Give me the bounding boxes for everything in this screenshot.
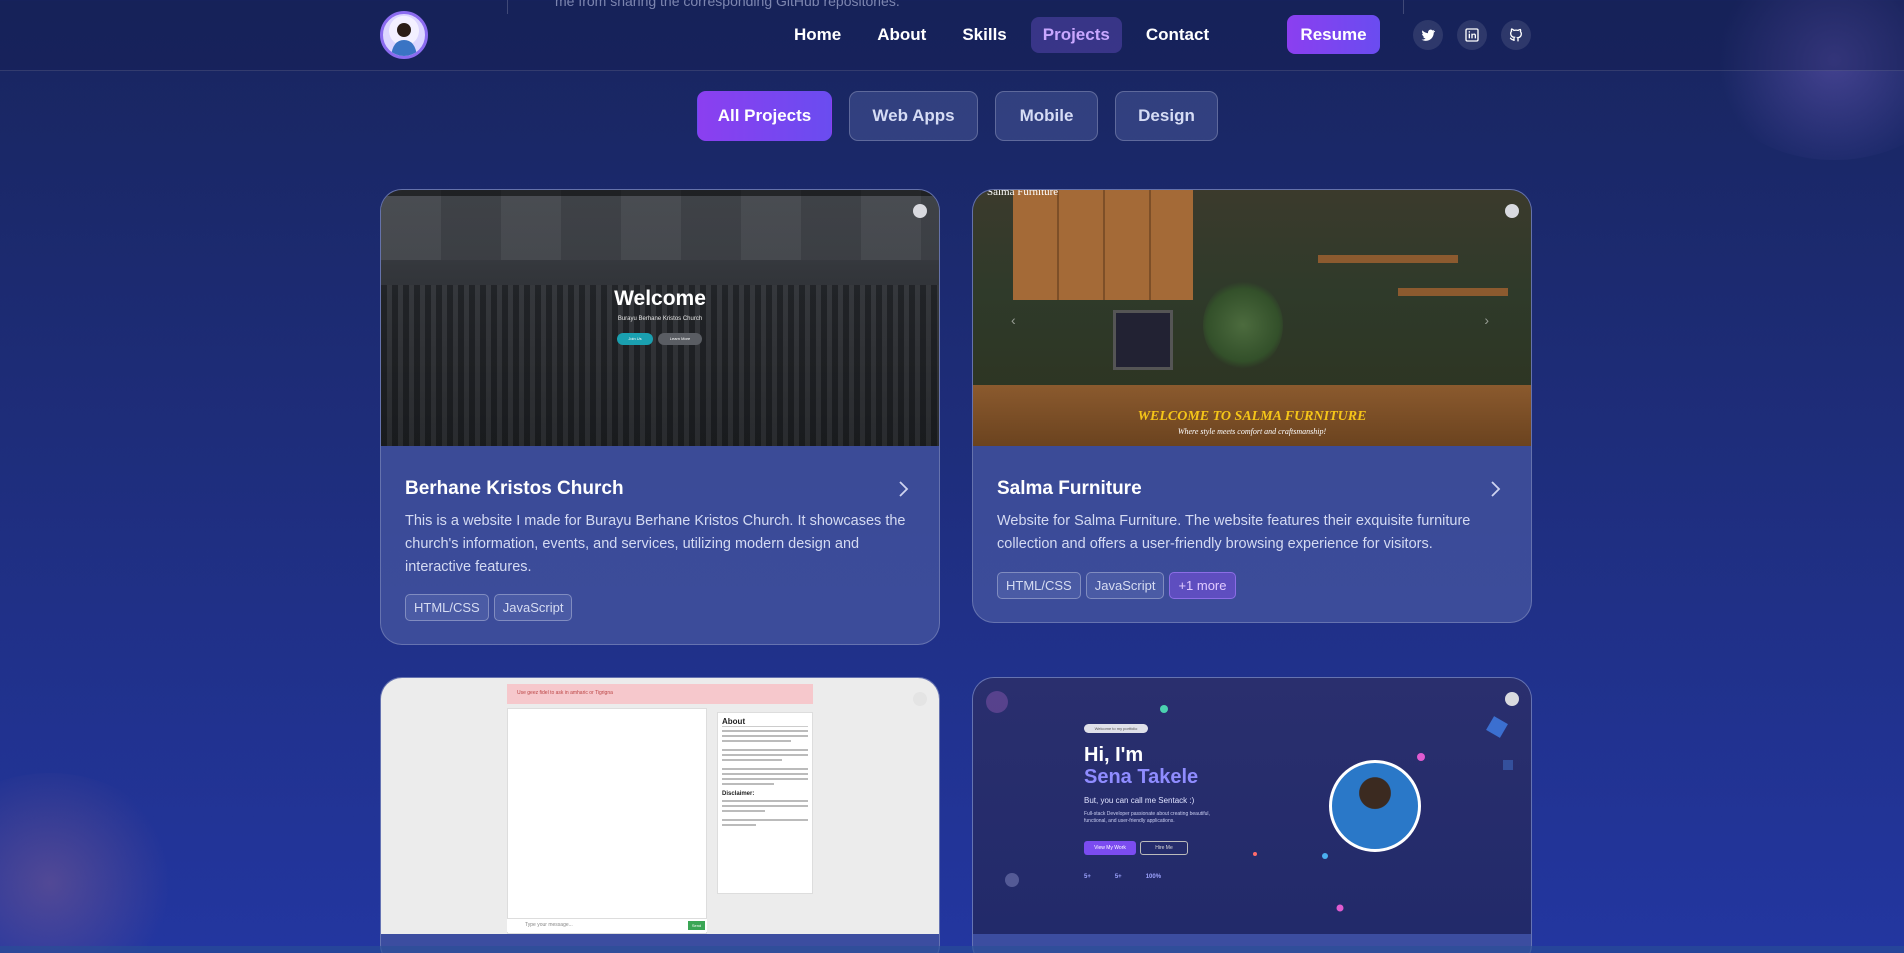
thumbnail-button: Hire Me (1140, 841, 1188, 855)
project-card[interactable]: Salma Furniture ‹ › WELCOME TO SALMA FUR… (972, 189, 1532, 623)
project-card[interactable]: Use geez fidel to ask in amharic or Tigr… (380, 677, 940, 953)
scrolled-text: me from sharing the corresponding GitHub… (555, 0, 900, 9)
project-thumbnail: Welcome Burayu Berhane Kristos Church Jo… (381, 190, 939, 446)
github-icon[interactable] (1501, 20, 1531, 50)
chevron-right-icon[interactable] (1489, 480, 1503, 498)
main-nav: Home About Skills Projects Contact (782, 15, 1233, 54)
resume-button[interactable]: Resume (1287, 15, 1380, 54)
decorative-shapes (986, 691, 1513, 912)
thumbnail-heading: Hi, I'm (1084, 744, 1144, 766)
status-dot (1505, 692, 1519, 706)
project-title: Salma Furniture (997, 478, 1142, 499)
tech-tag: JavaScript (1085, 572, 1165, 599)
tech-tags: HTML/CSS JavaScript (405, 594, 577, 621)
project-filters: All Projects Web Apps Mobile Design (697, 91, 1235, 141)
chevron-left-icon: ‹ (1011, 312, 1016, 328)
thumbnail-subtitle: Burayu Berhane Kristos Church (617, 316, 703, 322)
thumbnail-banner: Use geez fidel to ask in amharic or Tigr… (507, 684, 813, 704)
thumbnail-avatar (1329, 760, 1421, 852)
thumbnail-about-panel: About Disclaimer: (717, 712, 813, 894)
filter-web-apps[interactable]: Web Apps (849, 91, 978, 141)
thumbnail-chat-panel (507, 708, 707, 934)
nav-home[interactable]: Home (782, 17, 853, 53)
thumbnail-stats: 5+ 5+ 100% (1084, 874, 1162, 880)
project-card[interactable]: Welcome to my portfolio Hi, I'm Sena Tak… (972, 677, 1532, 953)
project-description: Website for Salma Furniture. The website… (997, 513, 1471, 552)
tech-tag: JavaScript (493, 594, 573, 621)
nav-skills[interactable]: Skills (950, 17, 1018, 53)
nav-contact[interactable]: Contact (1134, 17, 1221, 53)
chevron-right-icon: › (1484, 312, 1489, 328)
thumbnail-tagline: But, you can call me Sentack :) (1084, 796, 1195, 805)
chevron-right-icon[interactable] (897, 480, 911, 498)
thumbnail-send-button: Send (688, 921, 705, 930)
thumbnail-brand: Salma Furniture (987, 190, 1059, 198)
filter-all-projects[interactable]: All Projects (697, 91, 832, 141)
thumbnail-button: Join Us (617, 333, 653, 345)
thumbnail-heading: Welcome (614, 287, 706, 310)
thumbnail-badge: Welcome to my portfolio (1084, 724, 1148, 733)
thumbnail-name: Sena Takele (1084, 766, 1199, 788)
project-title: Berhane Kristos Church (405, 478, 624, 499)
divider (507, 0, 508, 14)
tech-tag: HTML/CSS (997, 572, 1081, 599)
background-glow (0, 773, 180, 953)
avatar-icon (391, 23, 417, 56)
status-dot (1505, 204, 1519, 218)
nav-about[interactable]: About (865, 17, 938, 53)
thumbnail-button: View My Work (1084, 841, 1136, 855)
thumbnail-input: Type your message... (507, 918, 707, 932)
status-dot (913, 204, 927, 218)
thumbnail-button: Learn More (658, 333, 702, 345)
nav-projects[interactable]: Projects (1030, 16, 1122, 53)
project-thumbnail: Welcome to my portfolio Hi, I'm Sena Tak… (973, 678, 1531, 934)
project-card[interactable]: Welcome Burayu Berhane Kristos Church Jo… (380, 189, 940, 645)
project-description: This is a website I made for Burayu Berh… (405, 513, 906, 575)
tech-tag: HTML/CSS (405, 594, 489, 621)
project-thumbnail: Use geez fidel to ask in amharic or Tigr… (381, 678, 939, 934)
thumbnail-intro: Full-stack Developer passionate about cr… (1084, 811, 1210, 824)
thumbnail-navbar (381, 190, 939, 196)
tech-tags: HTML/CSS JavaScript +1 more (997, 572, 1241, 599)
bottom-bar (0, 946, 1904, 953)
status-dot (913, 692, 927, 706)
site-header: me from sharing the corresponding GitHub… (0, 0, 1904, 71)
filter-design[interactable]: Design (1115, 91, 1218, 141)
thumbnail-subtitle: Where style meets comfort and craftsmans… (1177, 427, 1327, 436)
linkedin-icon[interactable] (1457, 20, 1487, 50)
project-thumbnail: Salma Furniture ‹ › WELCOME TO SALMA FUR… (973, 190, 1531, 446)
filter-mobile[interactable]: Mobile (995, 91, 1098, 141)
avatar-logo[interactable] (380, 11, 428, 59)
divider (1403, 0, 1404, 14)
more-tags-badge[interactable]: +1 more (1169, 572, 1236, 599)
thumbnail-heading: WELCOME TO SALMA FURNITURE (1137, 409, 1367, 424)
twitter-icon[interactable] (1413, 20, 1443, 50)
